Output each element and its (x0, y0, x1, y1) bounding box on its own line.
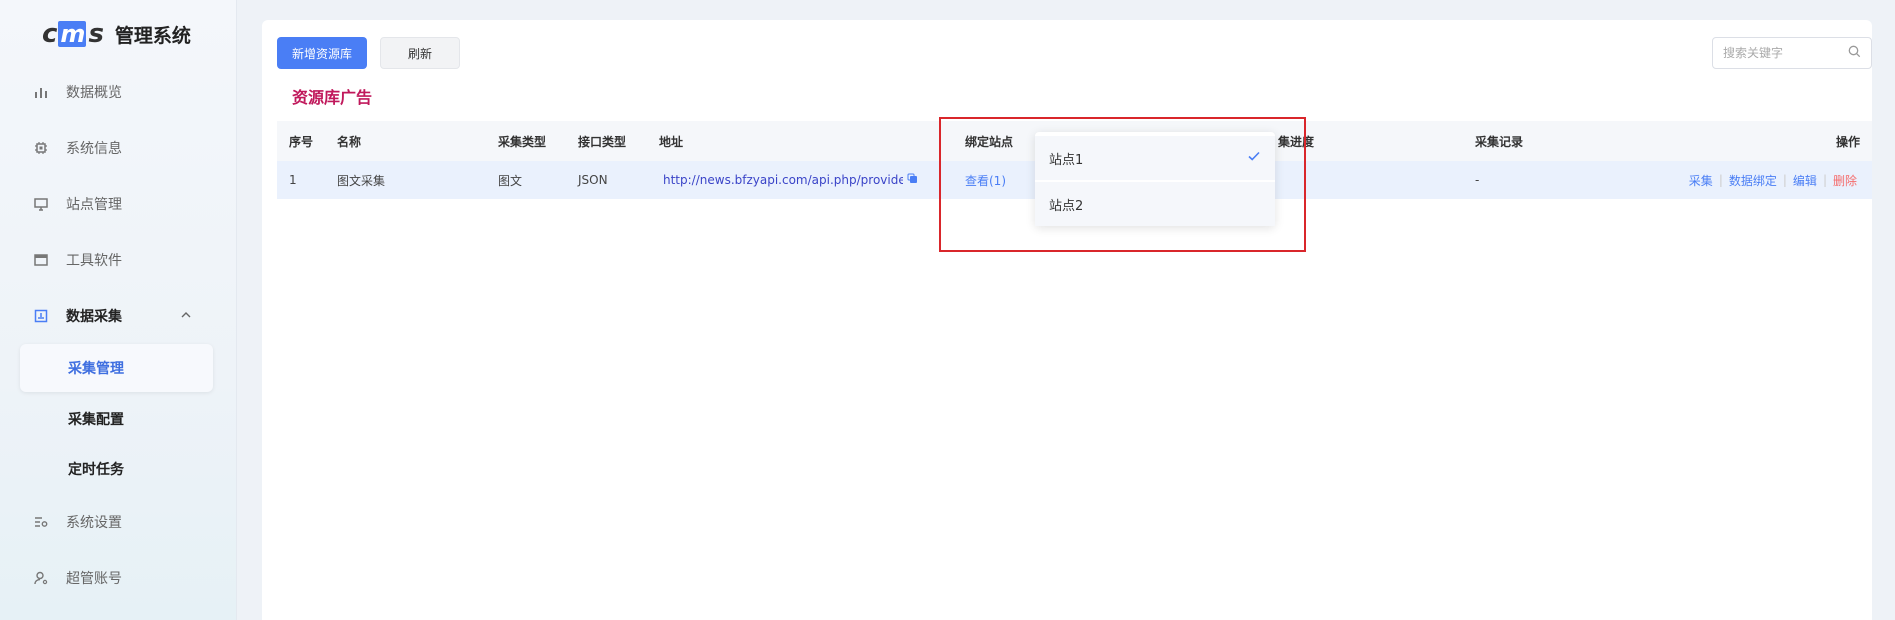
main-card: 新增资源库 刷新 资源库广告 序号 名称 采集类型 接口类型 地址 绑定站点 集… (262, 20, 1872, 620)
cell-collect-type: 图文 (498, 173, 523, 188)
sidebar-subitem-scheduled-task[interactable]: 定时任务 (20, 445, 213, 493)
cell-index: 1 (289, 173, 297, 187)
window-icon (33, 252, 49, 268)
highlight-box (939, 117, 1306, 252)
sidebar-subitem-collect-manage[interactable]: 采集管理 (20, 344, 213, 392)
sidebar-item-label: 站点管理 (66, 197, 122, 213)
sidebar-item-data-collect[interactable]: 数据采集 (0, 296, 237, 336)
column-header-address: 地址 (659, 134, 684, 149)
user-icon (33, 570, 49, 586)
sidebar-item-label: 系统信息 (66, 141, 122, 157)
sidebar-item-label: 数据概览 (66, 85, 122, 101)
search-icon[interactable] (1848, 45, 1861, 62)
column-header-api-type: 接口类型 (578, 134, 627, 149)
sidebar-item-admin-account[interactable]: 超管账号 (0, 558, 237, 598)
sidebar-item-tools[interactable]: 工具软件 (0, 240, 237, 280)
edit-link[interactable]: 编辑 (1793, 172, 1817, 189)
ops-divider: | (1782, 173, 1787, 187)
sidebar-item-label: 超管账号 (66, 571, 122, 587)
logo-letter-s: s (88, 19, 104, 49)
data-bind-link[interactable]: 数据绑定 (1729, 172, 1777, 189)
cell-address: http://news.bfzyapi.com/api.php/provide/ (663, 161, 918, 199)
logo-letter-m: m (58, 20, 87, 48)
sidebar-item-dashboard[interactable]: 数据概览 (0, 72, 237, 112)
ops-divider: | (1718, 173, 1723, 187)
chevron-up-icon (180, 309, 192, 324)
sidebar-item-label: 系统设置 (66, 515, 122, 531)
cell-ops: 采集 | 数据绑定 | 编辑 | 删除 (1689, 161, 1857, 199)
column-header-collect-type: 采集类型 (498, 134, 547, 149)
search-input[interactable] (1723, 46, 1843, 60)
collect-icon (33, 308, 49, 324)
sidebar-item-system-settings[interactable]: 系统设置 (0, 502, 237, 542)
cell-api-type: JSON (578, 173, 608, 187)
monitor-icon (33, 196, 49, 212)
app-title: 管理系统 (114, 24, 191, 47)
ops-divider: | (1822, 173, 1827, 187)
cell-name: 图文采集 (337, 173, 386, 188)
delete-link[interactable]: 删除 (1833, 172, 1857, 189)
sidebar-subitem-label: 采集配置 (68, 412, 124, 428)
sidebar-item-label: 工具软件 (66, 253, 122, 269)
sidebar-subitem-label: 采集管理 (68, 361, 124, 377)
sidebar-subitem-collect-config[interactable]: 采集配置 (20, 395, 213, 443)
column-header-record: 采集记录 (1475, 134, 1524, 149)
refresh-button[interactable]: 刷新 (380, 37, 460, 69)
search-box (1712, 37, 1872, 69)
collect-link[interactable]: 采集 (1689, 172, 1713, 189)
add-resource-button[interactable]: 新增资源库 (277, 37, 367, 69)
sidebar-item-label: 数据采集 (66, 309, 122, 325)
column-header-index: 序号 (289, 134, 314, 149)
section-title: 资源库广告 (292, 88, 373, 107)
sidebar-item-system-info[interactable]: 系统信息 (0, 128, 237, 168)
logo-mark: cms (42, 19, 104, 49)
copy-icon[interactable] (907, 173, 918, 187)
sidebar-subitem-label: 定时任务 (68, 462, 124, 478)
logo-letter-c: c (42, 19, 57, 49)
address-url: http://news.bfzyapi.com/api.php/provide/ (663, 173, 903, 187)
chip-icon (33, 140, 49, 156)
bar-chart-icon (33, 84, 49, 100)
sidebar-item-site-manage[interactable]: 站点管理 (0, 184, 237, 224)
sidebar: cms 管理系统 数据概览 系统信息 站点管理 工具软件 数据采集 采集管理 采… (0, 0, 237, 620)
settings-icon (33, 514, 49, 530)
column-header-ops: 操作 (1835, 134, 1860, 149)
cell-record: - (1475, 173, 1480, 187)
column-header-name: 名称 (337, 134, 362, 149)
logo: cms 管理系统 (42, 18, 191, 50)
